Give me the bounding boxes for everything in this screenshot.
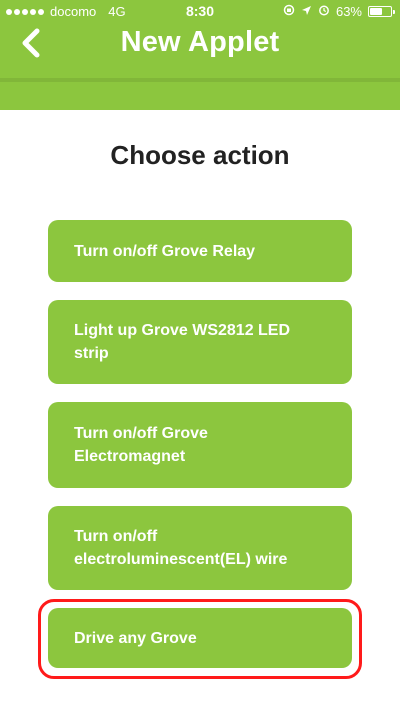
action-turn-on-off-el-wire[interactable]: Turn on/off electroluminescent(EL) wire: [48, 506, 352, 590]
back-button[interactable]: [14, 28, 48, 62]
action-label: Drive any Grove: [74, 629, 197, 647]
app-header: docomo 4G 8:30 63% New Applet: [0, 0, 400, 110]
section-heading: Choose action: [110, 140, 290, 170]
action-label: Turn on/off Grove Relay: [74, 242, 256, 260]
action-label: Light up Grove WS2812 LED strip: [74, 322, 291, 362]
chevron-left-icon: [20, 28, 42, 63]
action-turn-on-off-grove-electromagnet[interactable]: Turn on/off Grove Electromagnet: [48, 402, 352, 488]
status-right: 63%: [283, 4, 395, 19]
action-drive-any-grove[interactable]: Drive any Grove: [48, 608, 352, 668]
battery-fill: [370, 8, 382, 15]
page-title: New Applet: [120, 26, 280, 58]
battery-percent: 63%: [335, 4, 362, 19]
location-icon: [301, 4, 312, 19]
action-label: Turn on/off electroluminescent(EL) wire: [74, 528, 288, 568]
header-divider: [0, 78, 400, 82]
status-bar: docomo 4G 8:30 63%: [0, 0, 400, 22]
rotation-lock-icon: [283, 4, 295, 19]
battery-icon: [368, 6, 395, 17]
action-turn-on-off-grove-relay[interactable]: Turn on/off Grove Relay: [48, 220, 352, 282]
alarm-icon: [318, 4, 330, 19]
action-light-up-grove-ws2812-led-strip[interactable]: Light up Grove WS2812 LED strip: [48, 300, 352, 384]
action-label: Turn on/off Grove Electromagnet: [74, 425, 208, 465]
